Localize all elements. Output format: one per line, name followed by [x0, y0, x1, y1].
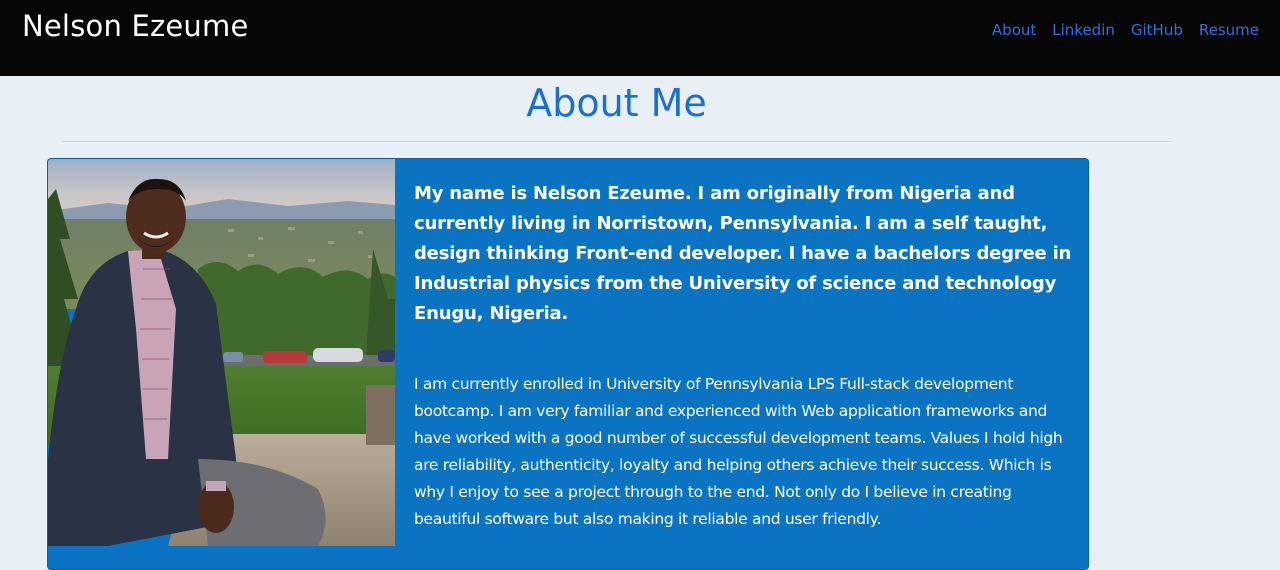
nav-links: About Linkedin GitHub Resume	[984, 20, 1267, 40]
about-card: My name is Nelson Ezeume. I am originall…	[47, 158, 1089, 570]
navbar: Nelson Ezeume About Linkedin GitHub Resu…	[0, 0, 1280, 76]
about-intro: My name is Nelson Ezeume. I am originall…	[414, 183, 1072, 324]
profile-photo	[48, 159, 395, 546]
about-bio: I am currently enrolled in University of…	[414, 375, 1063, 528]
nav-link-github[interactable]: GitHub	[1123, 20, 1191, 40]
nav-link-linkedin[interactable]: Linkedin	[1044, 20, 1123, 40]
nav-link-about[interactable]: About	[984, 20, 1044, 40]
nav-link-resume[interactable]: Resume	[1191, 20, 1267, 40]
brand-name[interactable]: Nelson Ezeume	[22, 8, 249, 44]
about-text: My name is Nelson Ezeume. I am originall…	[414, 179, 1074, 533]
title-divider	[62, 141, 1172, 142]
page-title: About Me	[526, 81, 707, 125]
